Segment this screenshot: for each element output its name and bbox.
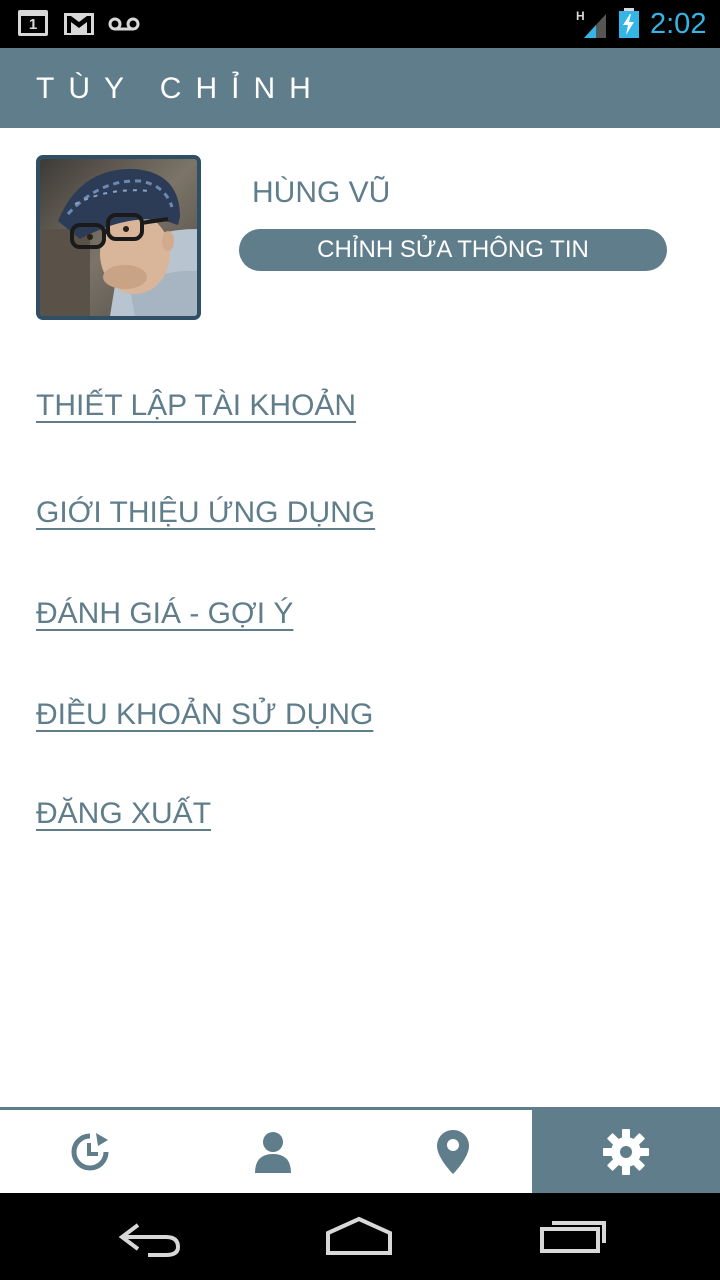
back-button[interactable] (104, 1213, 194, 1259)
avatar[interactable] (36, 155, 201, 320)
app-header: TÙY CHỈNH (0, 48, 720, 128)
system-nav-bar (0, 1193, 720, 1280)
battery-charging-icon (618, 8, 640, 38)
voicemail-icon (108, 16, 140, 32)
menu-item-account-settings[interactable]: THIẾT LẬP TÀI KHOẢN (36, 388, 356, 424)
home-icon (326, 1216, 392, 1255)
menu-item-about-app[interactable]: GIỚI THIỆU ỨNG DỤNG (36, 495, 375, 531)
tab-profile[interactable] (183, 1110, 363, 1193)
history-icon (71, 1132, 109, 1170)
back-icon (118, 1223, 181, 1257)
calendar-icon: 1 (18, 10, 48, 36)
recent-apps-icon (540, 1221, 606, 1253)
edit-profile-button[interactable]: CHỈNH SỬA THÔNG TIN (239, 229, 667, 271)
recent-apps-button[interactable] (526, 1213, 616, 1259)
home-button[interactable] (314, 1213, 404, 1259)
tab-settings[interactable] (532, 1110, 720, 1193)
clock-time: 2:02 (650, 8, 707, 40)
tab-history[interactable] (0, 1110, 180, 1193)
gmail-icon (63, 12, 95, 36)
profile-name: HÙNG VŨ (252, 176, 391, 209)
person-icon (255, 1131, 291, 1173)
menu-item-terms[interactable]: ĐIỀU KHOẢN SỬ DỤNG (36, 697, 373, 733)
tab-location[interactable] (363, 1110, 543, 1193)
menu-item-logout[interactable]: ĐĂNG XUẤT (36, 796, 211, 832)
signal-icon: H (576, 8, 608, 38)
bottom-tab-bar (0, 1107, 720, 1193)
menu-item-feedback[interactable]: ĐÁNH GIÁ - GỢI Ý (36, 596, 293, 632)
network-type-label: H (576, 9, 585, 23)
status-bar: 1 H 2:02 (0, 0, 720, 48)
gear-icon (603, 1128, 649, 1175)
page-title: TÙY CHỈNH (36, 72, 325, 105)
location-pin-icon (437, 1129, 469, 1174)
